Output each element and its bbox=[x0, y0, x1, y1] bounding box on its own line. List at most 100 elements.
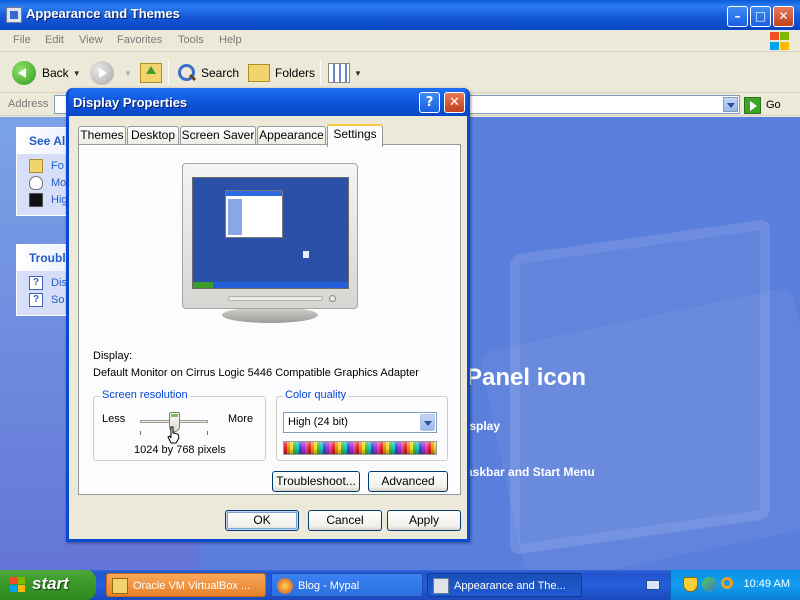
go-label: Go bbox=[766, 99, 781, 111]
clock[interactable]: 10:49 AM bbox=[744, 578, 790, 590]
menu-view[interactable]: View bbox=[79, 34, 103, 46]
control-panel-icon bbox=[6, 7, 22, 23]
resolution-more-label: More bbox=[228, 413, 254, 425]
resolution-less-label: Less bbox=[102, 413, 126, 425]
main-heading: Panel icon bbox=[466, 364, 587, 391]
ok-button[interactable]: OK bbox=[225, 510, 299, 531]
search-icon bbox=[176, 63, 196, 83]
taskbar-item-label: Appearance and The... bbox=[454, 580, 566, 592]
screen-resolution-group: Screen resolution Less More 1024 by 768 … bbox=[93, 389, 266, 461]
monitor-bezel-bar bbox=[228, 296, 323, 301]
tab-desktop[interactable]: Desktop bbox=[127, 126, 179, 145]
chevron-down-icon[interactable] bbox=[420, 414, 435, 431]
system-tray: 10:49 AM bbox=[670, 570, 800, 600]
preview-window bbox=[225, 190, 283, 238]
start-button[interactable]: start bbox=[0, 570, 96, 600]
menu-tools[interactable]: Tools bbox=[178, 34, 204, 46]
control-panel-icon bbox=[433, 578, 449, 594]
tab-settings[interactable]: Settings bbox=[327, 124, 383, 147]
tab-themes[interactable]: Themes bbox=[78, 126, 126, 145]
go-arrow-icon bbox=[744, 96, 761, 114]
apply-button[interactable]: Apply bbox=[387, 510, 461, 531]
tab-appearance[interactable]: Appearance bbox=[257, 126, 326, 145]
fonts-folder-icon bbox=[29, 159, 43, 173]
menu-favorites[interactable]: Favorites bbox=[117, 34, 162, 46]
taskbar-item-appearance[interactable]: Appearance and The... bbox=[427, 573, 582, 597]
menu-bar: File Edit View Favorites Tools Help bbox=[0, 30, 800, 52]
minimize-button[interactable]: – bbox=[727, 6, 748, 27]
dialog-titlebar[interactable]: Display Properties ? ✕ bbox=[69, 88, 467, 116]
preview-start-button bbox=[193, 282, 213, 288]
color-quality-group: Color quality High (24 bit) bbox=[276, 389, 448, 461]
views-button[interactable]: ▼ bbox=[328, 59, 362, 87]
folders-button[interactable]: Folders bbox=[248, 59, 315, 87]
monitor-power-icon bbox=[329, 295, 336, 302]
preview-desktop-icon bbox=[303, 251, 309, 258]
monitor-stand bbox=[222, 307, 318, 323]
preview-taskbar bbox=[193, 282, 348, 288]
explorer-title: Appearance and Themes bbox=[26, 6, 180, 21]
resolution-value: 1024 by 768 pixels bbox=[134, 444, 226, 456]
color-quality-select[interactable]: High (24 bit) bbox=[283, 412, 437, 433]
help-icon: ? bbox=[29, 293, 43, 307]
views-icon bbox=[328, 63, 350, 83]
menu-edit[interactable]: Edit bbox=[45, 34, 64, 46]
help-button[interactable]: ? bbox=[419, 92, 440, 113]
go-button[interactable]: Go bbox=[744, 96, 781, 114]
windows-logo-icon bbox=[768, 31, 790, 51]
chevron-down-icon[interactable]: ▼ bbox=[124, 69, 132, 78]
search-icon[interactable] bbox=[721, 577, 733, 589]
explorer-titlebar[interactable]: Appearance and Themes – □ ✕ bbox=[0, 0, 800, 30]
display-label: Display: bbox=[93, 350, 133, 362]
standard-toolbar: Back ▼ ▼ Search Folders ▼ bbox=[0, 53, 800, 93]
dialog-close-button[interactable]: ✕ bbox=[444, 92, 465, 113]
chevron-down-icon[interactable] bbox=[723, 97, 738, 112]
troubleshooter-item-label: Dis bbox=[51, 277, 67, 289]
search-button[interactable]: Search bbox=[176, 59, 239, 87]
help-icon: ? bbox=[29, 276, 43, 290]
see-also-item-label: Mo bbox=[51, 177, 67, 189]
chevron-down-icon[interactable]: ▼ bbox=[73, 69, 81, 78]
taskbar-item-virtualbox[interactable]: Oracle VM VirtualBox ... bbox=[106, 573, 266, 597]
high-contrast-icon bbox=[29, 193, 43, 207]
cancel-button[interactable]: Cancel bbox=[308, 510, 382, 531]
back-button[interactable]: Back ▼ bbox=[12, 59, 81, 87]
color-spectrum-bar bbox=[283, 441, 437, 455]
windows-logo-icon bbox=[10, 577, 26, 593]
folders-label: Folders bbox=[275, 66, 316, 80]
category-link-display[interactable]: isplay bbox=[466, 419, 500, 433]
advanced-button[interactable]: Advanced bbox=[368, 471, 448, 492]
network-icon[interactable] bbox=[702, 577, 717, 592]
menu-help[interactable]: Help bbox=[219, 34, 242, 46]
back-label: Back bbox=[42, 66, 69, 80]
up-button[interactable] bbox=[140, 59, 168, 87]
settings-panel: Display: Default Monitor on Cirrus Logic… bbox=[78, 144, 461, 495]
dialog-body: Themes Desktop Screen Saver Appearance S… bbox=[69, 116, 467, 539]
chevron-down-icon[interactable]: ▼ bbox=[354, 69, 362, 78]
keyboard-icon[interactable] bbox=[646, 580, 660, 590]
screen-resolution-title: Screen resolution bbox=[100, 389, 190, 401]
troubleshooter-item-label: So bbox=[51, 294, 65, 306]
forward-arrow-icon bbox=[90, 61, 114, 85]
taskbar-item-label: Blog - Mypal bbox=[298, 580, 360, 592]
category-link-taskbar[interactable]: askbar and Start Menu bbox=[466, 465, 595, 479]
taskbar-item-browser[interactable]: Blog - Mypal bbox=[271, 573, 423, 597]
see-also-item-label: Fo bbox=[51, 160, 64, 172]
virtualbox-icon bbox=[112, 578, 128, 594]
maximize-button[interactable]: □ bbox=[750, 6, 771, 27]
address-label: Address bbox=[8, 98, 49, 110]
browser-icon bbox=[277, 578, 293, 594]
menu-file[interactable]: File bbox=[13, 34, 31, 46]
mouse-pointer-icon bbox=[29, 176, 43, 190]
dialog-title: Display Properties bbox=[73, 95, 188, 110]
close-button[interactable]: ✕ bbox=[773, 6, 794, 27]
start-label: start bbox=[32, 574, 69, 593]
troubleshoot-button[interactable]: Troubleshoot... bbox=[272, 471, 360, 492]
tab-screen-saver[interactable]: Screen Saver bbox=[180, 126, 256, 145]
forward-button[interactable]: ▼ bbox=[90, 59, 132, 87]
toolbar-separator bbox=[320, 61, 321, 85]
back-arrow-icon bbox=[12, 61, 36, 85]
color-quality-value: High (24 bit) bbox=[288, 416, 348, 428]
security-shield-icon[interactable] bbox=[683, 577, 698, 592]
monitor-preview bbox=[182, 163, 360, 327]
